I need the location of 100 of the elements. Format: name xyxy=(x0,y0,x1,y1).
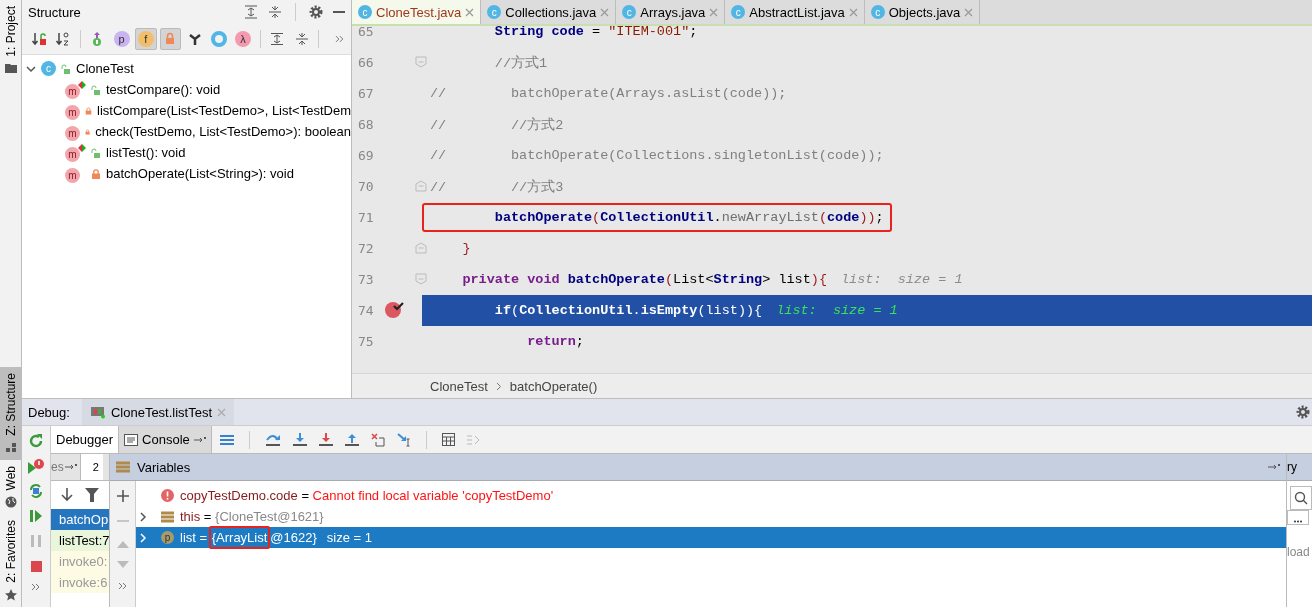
tool-window-tab[interactable]: Web xyxy=(0,459,21,515)
fold-marker-icon[interactable] xyxy=(415,180,427,192)
frame-item[interactable]: batchOp xyxy=(51,509,109,530)
pin-icon[interactable] xyxy=(193,435,206,444)
restore-icon[interactable] xyxy=(28,483,44,499)
down-icon xyxy=(116,561,129,569)
tree-item[interactable]: batchOperate(List<String>): void xyxy=(106,166,294,181)
pin-icon[interactable] xyxy=(1268,463,1280,471)
folder-icon xyxy=(4,62,17,73)
fold-marker-icon[interactable] xyxy=(415,273,427,285)
settings-icon[interactable] xyxy=(1296,405,1310,419)
tree-item[interactable]: testCompare(): void xyxy=(106,82,221,97)
code-line: } xyxy=(461,240,472,258)
editor-tab[interactable]: c Objects.java xyxy=(864,0,981,24)
debug-tab[interactable]: Console xyxy=(119,426,212,453)
filter-icon[interactable] xyxy=(85,488,99,502)
menu-icon[interactable] xyxy=(219,433,234,446)
ring-toggle[interactable] xyxy=(208,28,230,50)
line-number: 73 xyxy=(358,272,374,287)
drop-frame-icon[interactable] xyxy=(370,432,385,447)
line-number: 74 xyxy=(358,303,374,318)
more-icon[interactable] xyxy=(117,582,128,590)
class-icon: c xyxy=(358,5,372,19)
chevron-icon[interactable] xyxy=(26,63,36,74)
minimize-icon[interactable] xyxy=(333,10,345,14)
sort-alphabet-icon xyxy=(54,31,71,47)
frames-tab[interactable]: es xyxy=(51,460,64,474)
frame-item[interactable]: listTest:7 xyxy=(51,530,109,551)
fold-marker-icon[interactable] xyxy=(415,56,427,68)
fields-toggle[interactable]: f xyxy=(135,28,157,50)
panel-title: Variables xyxy=(137,459,191,475)
parameter-icon: p xyxy=(161,531,174,544)
resume-icon[interactable] xyxy=(28,508,44,524)
stop-icon[interactable] xyxy=(28,558,44,574)
editor-tab[interactable]: c CloneTest.java xyxy=(352,0,482,24)
code-line: //方式1 xyxy=(493,54,549,73)
tree-item[interactable]: listCompare(List<TestDemo>, List<TestDem xyxy=(97,103,351,118)
variable-row[interactable]: this = {CloneTest@1621} xyxy=(136,506,1286,527)
console-icon xyxy=(124,433,139,446)
breakpoints-icon[interactable] xyxy=(27,458,45,474)
globe-icon xyxy=(4,496,17,509)
open-lock-icon xyxy=(61,63,71,74)
line-number: 69 xyxy=(358,148,374,163)
search-field[interactable] xyxy=(1290,486,1312,510)
class-icon: c xyxy=(622,5,637,19)
debug-tab[interactable]: Debugger xyxy=(51,426,120,453)
panel-title: Structure xyxy=(28,4,82,20)
breadcrumb[interactable]: batchOperate() xyxy=(509,378,598,394)
trace-icon xyxy=(466,433,480,446)
code-line: // //方式2 xyxy=(429,116,565,135)
variable-row[interactable]: p list = {ArrayList @1622} size = 1 xyxy=(136,527,1286,548)
editor-tab[interactable]: c AbstractList.java xyxy=(725,0,865,24)
tool-window-tab[interactable]: 2: Favorites xyxy=(0,514,21,607)
line-number: 67 xyxy=(358,86,374,101)
code-line: // //方式3 xyxy=(429,178,565,197)
run-to-cursor-icon[interactable] xyxy=(396,432,411,447)
code-line: String code = "ITEM-001"; xyxy=(493,26,699,41)
code-line: private void batchOperate(List<String> list){ list: size = 1 xyxy=(461,271,964,289)
tree-item[interactable]: listTest(): void xyxy=(106,145,186,160)
ellipsis-icon xyxy=(1294,520,1302,523)
force-step-into-icon[interactable] xyxy=(318,432,333,447)
step-out-icon[interactable] xyxy=(344,432,359,447)
code-line: // batchOperate(Arrays.asList(code)); xyxy=(429,85,788,103)
threads-dropdown[interactable]: 2 xyxy=(79,454,103,480)
breadcrumb[interactable]: CloneTest xyxy=(430,378,488,394)
class-icon: c xyxy=(41,61,56,76)
pin-icon[interactable] xyxy=(64,463,77,471)
tool-window-tab[interactable]: Z: Structure xyxy=(0,367,21,460)
step-over-icon[interactable] xyxy=(264,432,281,447)
collapse-all-icon[interactable] xyxy=(268,5,282,19)
settings-icon[interactable] xyxy=(309,5,323,19)
close-icon[interactable] xyxy=(465,7,475,17)
line-number: 70 xyxy=(358,179,374,194)
expand-all-icon[interactable] xyxy=(244,5,258,19)
variable-row[interactable]: copyTestDemo.code = Cannot find local variable 'copyTestDemo' xyxy=(136,485,1286,506)
tree-item[interactable]: check(TestDemo, List<TestDemo>): boolean xyxy=(95,124,351,139)
session-tab[interactable]: CloneTest.listTest xyxy=(81,399,235,425)
more-icon[interactable] xyxy=(31,583,41,591)
search-icon xyxy=(1294,491,1308,505)
fold-marker-icon[interactable] xyxy=(415,242,427,254)
editor-tab[interactable]: c Arrays.java xyxy=(616,0,726,24)
breakpoint-icon[interactable] xyxy=(384,299,406,319)
line-number: 66 xyxy=(358,55,374,70)
step-into-icon[interactable] xyxy=(292,432,307,447)
rerun-icon[interactable] xyxy=(28,433,44,449)
calculator-icon[interactable] xyxy=(441,433,455,446)
class-icon: c xyxy=(731,5,746,19)
tool-window-tab[interactable]: 1: Project xyxy=(0,0,21,79)
class-icon: c xyxy=(870,5,885,19)
chevron-icon xyxy=(495,381,502,391)
down-arrow-icon[interactable] xyxy=(61,488,73,502)
ring-icon xyxy=(210,31,227,47)
more-icon[interactable] xyxy=(335,35,345,43)
tree-item[interactable]: CloneTest xyxy=(76,61,134,76)
up-icon xyxy=(116,540,129,548)
non-public-toggle[interactable] xyxy=(159,28,181,50)
expand-all-icon xyxy=(270,32,285,46)
add-icon[interactable] xyxy=(116,490,129,502)
fork-icon xyxy=(187,32,202,46)
editor-tab[interactable]: c Collections.java xyxy=(481,0,617,24)
